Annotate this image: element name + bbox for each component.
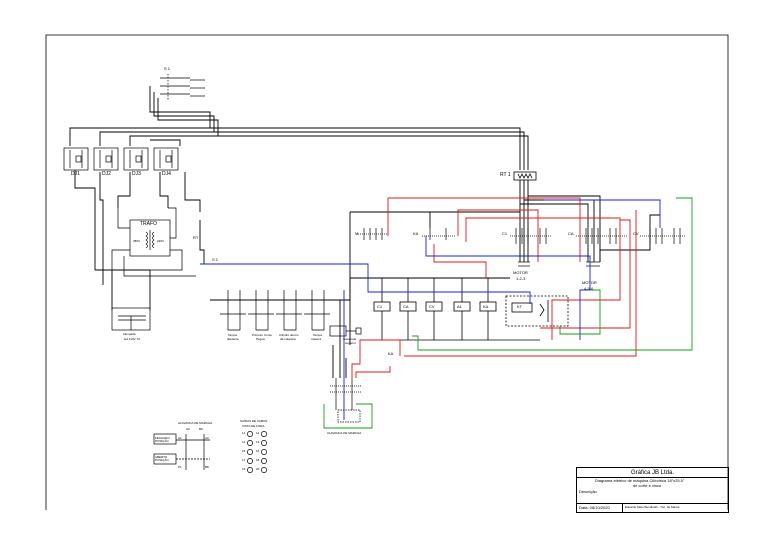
legend-a3: A3 — [205, 436, 209, 440]
valve-caption-1b: dianteira — [227, 337, 239, 341]
label-dj4: DJ4 — [162, 171, 171, 177]
lamp-caption-1: Lâmpada — [123, 332, 136, 336]
output-pin: 13 — [242, 440, 246, 444]
legend-lever-b9: B9 — [199, 427, 203, 431]
legend-open: ABERTO POSIÇÃO — [155, 455, 169, 463]
output-pin: 15 — [242, 449, 246, 453]
output-pin: 20 — [256, 467, 260, 471]
legend-lever-title: ALAVANCA DE MARCHA — [178, 421, 213, 425]
coil-ca: CA — [403, 304, 409, 309]
coil-a1: A1 — [457, 304, 462, 309]
title-block-divider — [577, 503, 728, 504]
lamp — [111, 307, 151, 331]
main-switch-s1 — [160, 74, 205, 100]
company-name: Gráfica JB Ltda. — [631, 470, 675, 476]
title-block-divider — [622, 503, 623, 512]
designer-name: Eduardo Melo Bendinelli - Téc. de Manut. — [625, 505, 681, 509]
label-220v: 220V — [157, 239, 165, 243]
motor2-sub: 4-5-6 — [584, 286, 594, 291]
circuit-breakers — [63, 147, 179, 171]
label-dj1: DJ1 — [71, 171, 80, 177]
transformer — [111, 207, 196, 277]
label-trafo: TRAFO — [140, 221, 157, 227]
output-pin: 12 — [256, 431, 260, 435]
legend-a1: A1 — [178, 436, 182, 440]
label-s1-switch: S 1 — [212, 257, 219, 262]
motor1-sub: 1-2-3 — [516, 276, 526, 281]
label-cv: CV — [633, 231, 639, 236]
electrical-diagram-sheet — [45, 34, 729, 510]
legend-outputs-sub: VISTA DE FORA — [242, 424, 265, 428]
label-ka-bottom: KA — [388, 351, 394, 356]
title-block: Gráfica JB Ltda. Diagrama elétrico de má… — [576, 467, 729, 513]
coil-ka: KA — [483, 304, 489, 309]
legend-outputs-title: SAÍDAS DE CABOS — [240, 419, 268, 423]
coil-cv: CV — [429, 304, 435, 309]
label-rt: RT — [193, 235, 199, 240]
legend-b8: B8 — [205, 465, 209, 469]
label-dj3: DJ3 — [132, 171, 141, 177]
output-pin: 14 — [256, 440, 260, 444]
date-label: Data: 08/10/2020 — [579, 505, 610, 510]
lamp-caption-2: led 110V 7A — [124, 337, 141, 341]
legend-lever-a2: A2 — [186, 427, 190, 431]
coil-row — [373, 278, 569, 341]
valve-caption-4b: traseira — [311, 337, 322, 341]
motor2-title: MOTOR — [582, 280, 597, 285]
valve-bank — [210, 290, 362, 337]
output-pin: 16 — [256, 449, 260, 453]
description-line2: de corte e vinco — [633, 483, 662, 488]
output-pin: 18 — [256, 458, 260, 462]
label-m: M — [355, 231, 359, 236]
label-ka: KA — [413, 231, 419, 236]
coil-kt: KT — [517, 304, 523, 309]
valve-caption-3b: da máquina — [280, 337, 296, 341]
motors — [518, 261, 600, 267]
legend-closed: FECHADO POSIÇÃO — [155, 436, 170, 444]
output-pin: 11 — [242, 431, 246, 435]
label-s1: S 1 — [164, 66, 171, 71]
output-pin: 17 — [242, 458, 246, 462]
label-ca: CA — [568, 231, 574, 236]
lever-block — [330, 378, 362, 423]
output-pin: 19 — [242, 467, 246, 471]
label-c1: C1 — [502, 231, 508, 236]
legend-p1: P1 — [178, 465, 182, 469]
thermal-relay-rt1 — [513, 171, 537, 181]
description-label: Descrição — [579, 489, 597, 494]
label-alavanca: ALAVANCA DE MARCHA — [327, 431, 362, 435]
sheet-border — [45, 34, 729, 510]
solenoid-caption-2: superior — [345, 341, 356, 345]
coil-c1: C1 — [377, 304, 383, 309]
label-380v: 380V — [133, 239, 141, 243]
label-dj2: DJ2 — [102, 171, 111, 177]
motor1-title: MOTOR — [513, 270, 528, 275]
red-wires — [351, 197, 637, 378]
valve-caption-2b: Pegua — [256, 337, 265, 341]
label-rt1: RT 1 — [500, 172, 511, 178]
